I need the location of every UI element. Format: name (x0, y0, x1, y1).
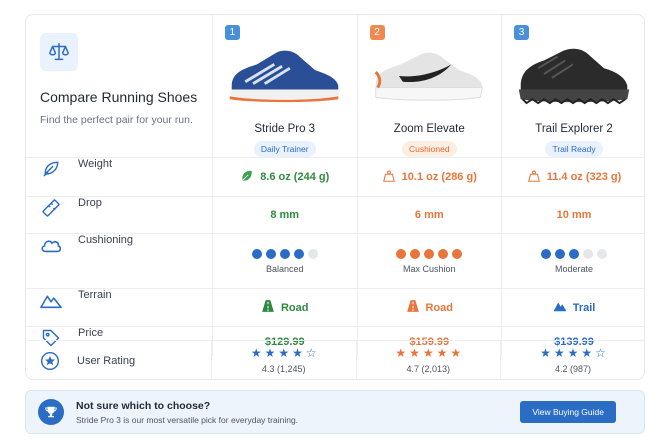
drop-value: 8 mm (270, 209, 300, 221)
recommendation-banner: Not sure which to choose? Stride Pro 3 i… (25, 390, 645, 434)
zoom-elevate-shoe-image (374, 52, 484, 101)
empty-dot (583, 248, 594, 259)
cushion-dots (251, 248, 318, 259)
rating-value: 4.3 (1,245) (261, 364, 306, 374)
star-filled-icon: ★ (567, 346, 579, 360)
star-filled-icon: ★ (278, 346, 290, 360)
terrain-value: Trail (572, 301, 596, 314)
empty-dot (597, 248, 608, 259)
star-empty-icon: ☆ (595, 346, 606, 360)
terrain-value: Road (280, 301, 309, 314)
shoe-name: Zoom Elevate (393, 123, 465, 135)
rating-row: User Rating ★ ★ ★ ★ ☆ 4.3 (1,245) ★ ★ ★ ★ ★ 4.7 … (25, 340, 645, 380)
star-empty-icon: ☆ (305, 346, 317, 360)
shoe-name: Trail Explorer 2 (535, 123, 613, 135)
shoe-tag: Cushioned (401, 141, 457, 157)
weight-icon (527, 169, 541, 186)
trophy-icon (38, 399, 64, 425)
leaf-icon (240, 169, 254, 186)
star-filled-icon: ★ (422, 346, 434, 360)
shoe-column-1[interactable]: 1 Stride Pro 3 Daily Trainer (211, 15, 357, 157)
star-filled-icon: ★ (409, 346, 420, 360)
ruler-icon (40, 197, 62, 219)
star-filled-icon: ★ (264, 346, 276, 360)
weight-value: 11.4 oz (323 g) (546, 171, 622, 183)
filled-dot (279, 248, 290, 259)
row-label: Weight (78, 158, 113, 170)
filled-dot (396, 248, 407, 259)
weight-row: Weight 8.6 oz (244 g) 10.1 oz (286 g) 11… (26, 157, 644, 196)
comparison-card: Compare Running Shoes Find the perfect p… (25, 14, 645, 380)
shoe-tag: Trail Ready (545, 141, 603, 157)
shoe-number-badge: 3 (514, 25, 530, 40)
shoe-number-badge: 2 (369, 25, 385, 40)
banner-title: Not sure which to choose? (76, 399, 211, 412)
filled-dot (541, 248, 552, 259)
filled-dot (265, 248, 276, 259)
star-filled-icon: ★ (581, 346, 593, 360)
rating-stars: ★ ★ ★ ★ ☆ (251, 347, 317, 359)
rating-stars: ★ ★ ★ ★ ☆ (540, 347, 606, 359)
filled-dot (410, 248, 421, 259)
page-title: Compare Running Shoes (40, 89, 198, 105)
trail-explorer-shoe-image (518, 48, 630, 105)
shoe-column-2[interactable]: 2 Zoom Elevate Cushioned (356, 15, 502, 157)
header-info: Compare Running Shoes Find the perfect p… (26, 15, 212, 157)
row-label: Terrain (78, 289, 112, 301)
scale-icon (40, 33, 78, 71)
stride-pro-shoe-image (229, 50, 340, 103)
cushion-level-label: Moderate (555, 263, 594, 274)
filled-dot (293, 248, 304, 259)
cushioning-row: Cushioning Balanced Max Cushion Moderate (26, 233, 644, 288)
terrain-row: Terrain Road Road Trail (26, 288, 644, 326)
star-filled-icon: ★ (450, 346, 462, 360)
filled-dot (452, 248, 463, 259)
shoe-name: Stride Pro 3 (254, 123, 316, 135)
star-filled-icon: ★ (540, 346, 551, 360)
road-icon (261, 299, 275, 316)
terrain-value: Road (425, 301, 454, 314)
star-filled-icon: ★ (292, 346, 303, 360)
empty-dot (307, 248, 318, 259)
cloud-icon (40, 234, 62, 256)
filled-dot (424, 248, 435, 259)
shoe-tag: Daily Trainer (253, 141, 316, 157)
row-label: Drop (78, 197, 102, 209)
weight-icon (382, 169, 396, 186)
road-icon (406, 299, 420, 316)
row-label: Cushioning (78, 234, 134, 246)
drop-value: 6 mm (414, 209, 444, 221)
star-badge-icon (39, 350, 61, 372)
cushion-level-label: Max Cushion (403, 263, 456, 274)
filled-dot (555, 248, 566, 259)
star-filled-icon: ★ (395, 346, 407, 360)
cushion-level-label: Balanced (265, 263, 304, 274)
rating-value: 4.7 (2,013) (406, 364, 451, 374)
banner-subtitle: Stride Pro 3 is our most versatile pick … (76, 414, 299, 425)
header-row: Compare Running Shoes Find the perfect p… (26, 15, 644, 157)
rating-value: 4.2 (987) (555, 364, 592, 374)
view-buying-guide-button[interactable]: View Buying Guide (520, 401, 616, 423)
weight-value: 10.1 oz (286 g) (401, 171, 477, 183)
filled-dot (569, 248, 580, 259)
rating-stars: ★ ★ ★ ★ ★ (395, 347, 461, 359)
star-filled-icon: ★ (250, 346, 262, 360)
cushion-dots (396, 248, 463, 259)
filled-dot (438, 248, 449, 259)
row-label: Price (78, 327, 104, 339)
star-filled-icon: ★ (553, 346, 565, 360)
trail-mountain-icon (553, 299, 567, 316)
shoe-column-3[interactable]: 3 Trail Explorer 2 Trail Ready (501, 15, 644, 157)
row-label: User Rating (77, 354, 136, 367)
drop-row: Drop 8 mm 6 mm 10 mm (26, 196, 644, 233)
cushion-dots (541, 248, 608, 259)
mountain-icon (40, 289, 62, 311)
star-filled-icon: ★ (436, 346, 448, 360)
shoe-number-badge: 1 (224, 25, 240, 40)
feather-icon (40, 158, 62, 180)
page-subtitle: Find the perfect pair for your run. (40, 114, 193, 126)
filled-dot (251, 248, 262, 259)
drop-value: 10 mm (556, 209, 592, 221)
weight-value: 8.6 oz (244 g) (260, 171, 330, 183)
